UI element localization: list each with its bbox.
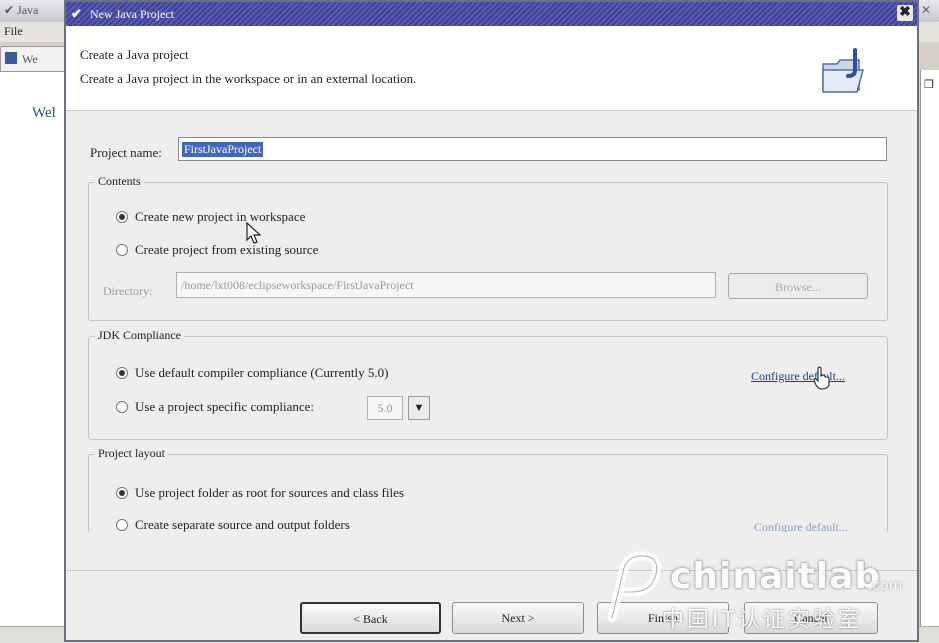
project-layout-group-label: Project layout [95, 446, 168, 461]
radio-indicator-selected [116, 487, 128, 499]
background-right-panel [920, 70, 939, 630]
radio-indicator [116, 519, 128, 531]
jdk-compliance-group: JDK Compliance [88, 328, 888, 440]
watermark-brand: chinaitlab [670, 556, 882, 597]
java-project-folder-icon [822, 48, 864, 93]
wizard-header: Create a Java project Create a Java proj… [66, 26, 917, 111]
dialog-titlebar[interactable]: ✔ New Java Project ✖ [66, 2, 917, 26]
dialog-title: New Java Project [90, 7, 174, 21]
welcome-heading: Wel [32, 105, 56, 121]
radio-project-folder-root-label: Use project folder as root for sources a… [135, 485, 404, 500]
next-button[interactable]: Next > [452, 602, 584, 634]
radio-default-compliance[interactable]: Use default compiler compliance (Current… [116, 365, 388, 381]
project-name-value: FirstJavaProject [182, 142, 264, 157]
background-editor-area [0, 70, 66, 630]
chinaitlab-watermark: chinaitlab .com 中国IT认证实验室 [598, 548, 918, 638]
hand-pointer-icon [813, 366, 830, 390]
contents-group-label: Contents [95, 174, 144, 189]
radio-indicator-selected [116, 211, 128, 223]
radio-indicator-selected [116, 367, 128, 379]
close-icon: ✖ [899, 5, 911, 20]
eclipse-icon [5, 52, 17, 64]
chinaitlab-logo-icon [607, 551, 662, 623]
project-name-input[interactable]: FirstJavaProject [178, 137, 887, 161]
new-java-project-dialog: ✔ New Java Project ✖ Create a Java proje… [64, 0, 919, 642]
radio-project-folder-root[interactable]: Use project folder as root for sources a… [116, 485, 404, 501]
directory-label: Directory: [103, 284, 153, 298]
welcome-tab[interactable]: We [0, 46, 72, 72]
directory-input[interactable]: /home/lxt008/eclipseworkspace/FirstJavaP… [176, 272, 716, 298]
radio-new-in-workspace[interactable]: Create new project in workspace [116, 209, 305, 225]
radio-from-existing-source-label: Create project from existing source [135, 242, 319, 257]
radio-indicator [116, 401, 128, 413]
chevron-down-icon[interactable]: ▼ [408, 396, 430, 420]
wizard-description: Create a Java project in the workspace o… [80, 71, 417, 86]
radio-specific-compliance[interactable]: Use a project specific compliance: [116, 399, 314, 415]
compliance-select[interactable]: 5.0 ▼ [367, 396, 435, 420]
wizard-title: Create a Java project [80, 47, 189, 62]
browse-button[interactable]: Browse... [728, 273, 868, 299]
project-name-label: Project name: [90, 145, 162, 160]
radio-separate-folders[interactable]: Create separate source and output folder… [116, 517, 350, 533]
menu-file[interactable]: File [4, 24, 23, 39]
close-button[interactable]: ✖ [897, 5, 913, 21]
compliance-select-value: 5.0 [367, 396, 403, 420]
radio-new-in-workspace-label: Create new project in workspace [135, 209, 306, 224]
mouse-pointer-icon [246, 222, 262, 244]
window-menu-icon[interactable]: ✔ [71, 6, 82, 22]
radio-separate-folders-label: Create separate source and output folder… [135, 517, 350, 532]
radio-indicator [116, 244, 128, 256]
background-window-title: ✔ Java [4, 3, 39, 17]
watermark-chinese-text: 中国IT认证实验室 [662, 608, 863, 633]
jdk-compliance-group-label: JDK Compliance [95, 328, 184, 343]
chevron-down-icon: ✔ [4, 3, 15, 17]
radio-from-existing-source[interactable]: Create project from existing source [116, 242, 318, 258]
restore-icon[interactable]: ❐ [924, 78, 934, 91]
watermark-domain: .com [868, 578, 903, 594]
radio-specific-compliance-label: Use a project specific compliance: [135, 399, 315, 414]
back-button[interactable]: < Back [300, 602, 441, 634]
radio-default-compliance-label: Use default compiler compliance (Current… [135, 365, 389, 380]
